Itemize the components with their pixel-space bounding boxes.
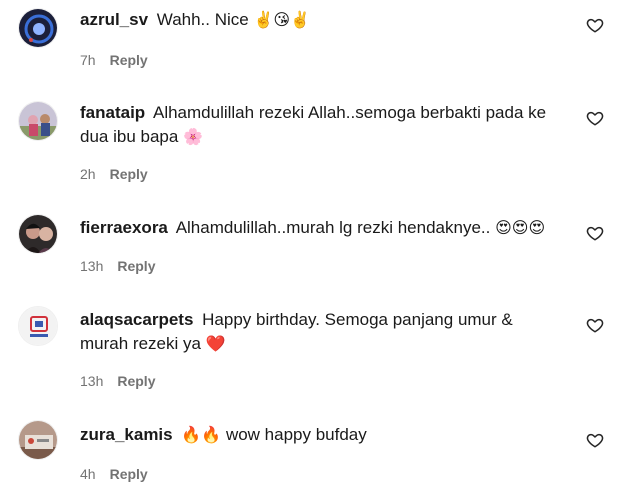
reply-button[interactable]: Reply [110,52,148,68]
comment-emoji: 🌸 [183,127,203,146]
comment-username[interactable]: zura_kamis [80,425,173,444]
comment-time: 2h [80,166,96,182]
comment-text: wow happy bufday [225,425,367,444]
heart-outline-icon[interactable] [586,316,604,334]
heart-outline-icon[interactable] [586,16,604,34]
comment-time: 13h [80,373,104,389]
heart-outline-icon[interactable] [586,109,604,127]
comment-time: 4h [80,466,96,482]
comment-emoji: ❤️ [205,334,226,353]
heart-outline-icon[interactable] [586,431,604,449]
reply-button[interactable]: Reply [110,466,148,482]
reply-button[interactable]: Reply [110,166,148,182]
comment-text: Wahh.. Nice [156,10,249,29]
comment-username[interactable]: fierraexora [80,218,168,237]
heart-outline-icon[interactable] [586,224,604,242]
comment-text: Alhamdulillah rezeki Allah..semoga berba… [80,103,547,146]
comment-emoji: 🔥🔥 [181,425,222,444]
avatar[interactable] [18,8,58,48]
avatar[interactable] [18,101,58,141]
comment-username[interactable]: alaqsacarpets [80,310,193,329]
comment-emoji: 😍😍😍 [495,218,546,237]
comment-time: 7h [80,52,96,68]
avatar[interactable] [18,306,58,346]
avatar[interactable] [18,420,58,460]
comment-username[interactable]: azrul_sv [80,10,148,29]
comment-time: 13h [80,258,104,274]
comment-text: Alhamdulillah..murah lg rezki hendaknye.… [175,218,491,237]
comment-emoji: ✌️😘✌️ [253,10,311,29]
comment-username[interactable]: fanataip [80,103,145,122]
avatar[interactable] [18,214,58,254]
reply-button[interactable]: Reply [117,373,155,389]
reply-button[interactable]: Reply [117,258,155,274]
